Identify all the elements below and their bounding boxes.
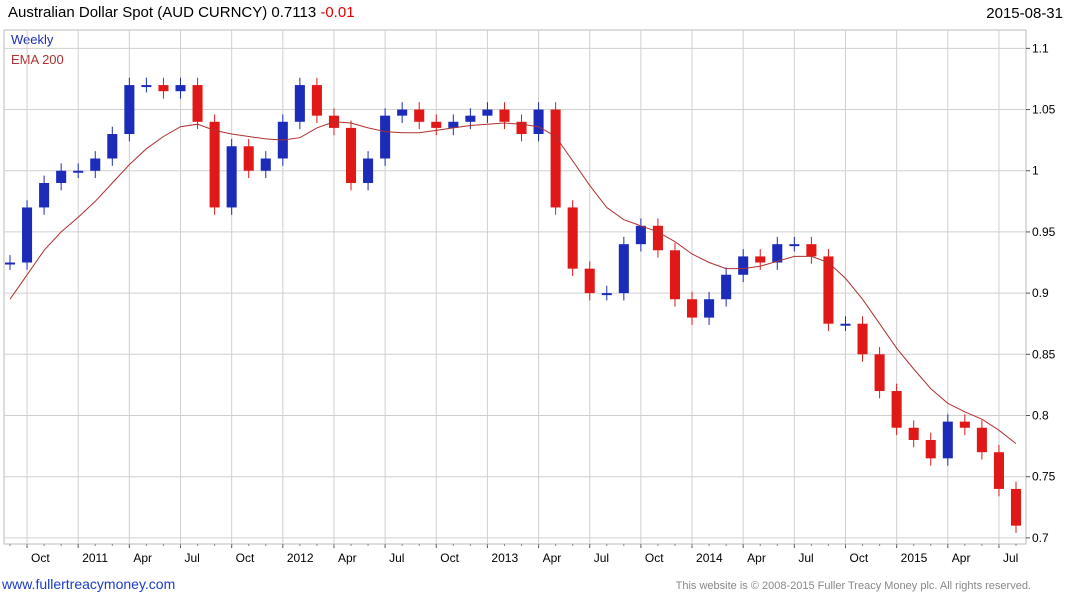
candle-body [584, 268, 595, 294]
candle-body [22, 207, 33, 263]
x-tick-label: Apr [952, 551, 971, 565]
y-tick-label: 0.95 [1032, 225, 1056, 239]
candle-body [874, 354, 885, 392]
candle-body [260, 158, 271, 171]
x-tick-label: Oct [645, 551, 664, 565]
candle-body [669, 250, 681, 300]
x-tick-label: Jul [798, 551, 813, 565]
x-tick-label: 2015 [901, 551, 928, 565]
candle-body [738, 256, 749, 275]
candle-body [499, 109, 510, 122]
candle-body [431, 121, 442, 128]
candle-body [141, 85, 152, 88]
x-tick-label: Apr [338, 551, 357, 565]
candle-body [635, 225, 646, 245]
candle-body [755, 256, 766, 263]
candle-body [363, 158, 374, 183]
candle-body [345, 127, 357, 183]
candle-body [243, 146, 254, 171]
candle-body [533, 109, 544, 135]
candle-body [652, 225, 663, 251]
x-tick-label: Apr [747, 551, 766, 565]
candle-body [857, 323, 868, 355]
candle-body [840, 323, 851, 326]
candle-body [90, 158, 101, 171]
ema-line [9, 121, 1017, 444]
candle-body [806, 244, 817, 257]
x-tick-label: 2013 [491, 551, 518, 565]
candle-body [789, 244, 800, 247]
candle-body [908, 427, 919, 440]
candle-body [891, 391, 902, 428]
x-tick-label: Oct [849, 551, 868, 565]
y-tick-label: 1.1 [1032, 41, 1049, 55]
y-tick-label: 1.05 [1032, 103, 1056, 117]
candle-body [397, 109, 408, 116]
candle-body [158, 85, 169, 92]
weekly-candles [4, 77, 1022, 533]
grid [4, 30, 1026, 544]
candle-body [175, 85, 186, 92]
y-tick-label: 0.9 [1032, 286, 1049, 300]
candle-body [465, 115, 476, 122]
candle-body [687, 299, 698, 318]
x-tick-label: Jul [389, 551, 404, 565]
candle-body [942, 421, 953, 459]
candle-body [124, 85, 135, 135]
y-tick-label: 1 [1032, 164, 1039, 178]
x-tick-label: 2011 [82, 551, 108, 565]
candle-body [56, 170, 67, 183]
x-tick-label: 2012 [287, 551, 314, 565]
candle-body [73, 170, 84, 173]
candle-body [311, 85, 322, 116]
candle-body [209, 121, 220, 208]
candle-body [294, 85, 305, 122]
y-axis: 1.1 1.05 1 0.95 0.9 0.85 0.8 0.75 0.7 [1026, 41, 1056, 545]
y-tick-label: 0.8 [1032, 409, 1049, 423]
candle-body [721, 274, 732, 300]
y-tick-label: 0.7 [1032, 531, 1049, 545]
candle-body [567, 207, 578, 269]
candle-body [107, 134, 118, 159]
candle-body [823, 256, 834, 324]
candle-body [482, 109, 493, 116]
candle-body [993, 452, 1004, 489]
site-link[interactable]: www.fullertreacymoney.com [2, 576, 175, 592]
candle-body [1010, 488, 1022, 526]
x-tick-label: Oct [236, 551, 255, 565]
x-tick-label: Oct [31, 551, 50, 565]
x-tick-label: Jul [185, 551, 200, 565]
x-tick-label: 2014 [696, 551, 723, 565]
candle-body [226, 146, 237, 208]
x-tick-label: Jul [594, 551, 609, 565]
candle-body [39, 182, 50, 208]
price-chart: 1.1 1.05 1 0.95 0.9 0.85 0.8 0.75 0.7 Oct 2011 Apr… [3, 29, 1056, 565]
y-tick-label: 0.85 [1032, 347, 1056, 361]
x-tick-label: Oct [440, 551, 459, 565]
candle-body [550, 109, 561, 208]
plot-frame [3, 29, 1027, 545]
x-tick-label: Apr [133, 551, 152, 565]
candle-body [704, 299, 715, 318]
candle-body [618, 244, 629, 294]
candle-body [192, 85, 203, 122]
candle-body [380, 115, 391, 159]
candle-body [414, 109, 425, 122]
candle-body [976, 427, 987, 453]
y-tick-label: 0.75 [1032, 470, 1056, 484]
copyright: This website is © 2008-2015 Fuller Treac… [675, 580, 1031, 592]
candle-body [601, 293, 612, 296]
x-axis: Oct 2011 Apr Jul Oct 2012 Apr Jul Oct 2013 Apr Jul O… [9, 544, 1018, 565]
x-tick-label: Apr [543, 551, 562, 565]
candle-body [925, 439, 936, 459]
candle-body [959, 421, 970, 428]
x-tick-label: Jul [1003, 551, 1018, 565]
candle-body [4, 262, 16, 265]
